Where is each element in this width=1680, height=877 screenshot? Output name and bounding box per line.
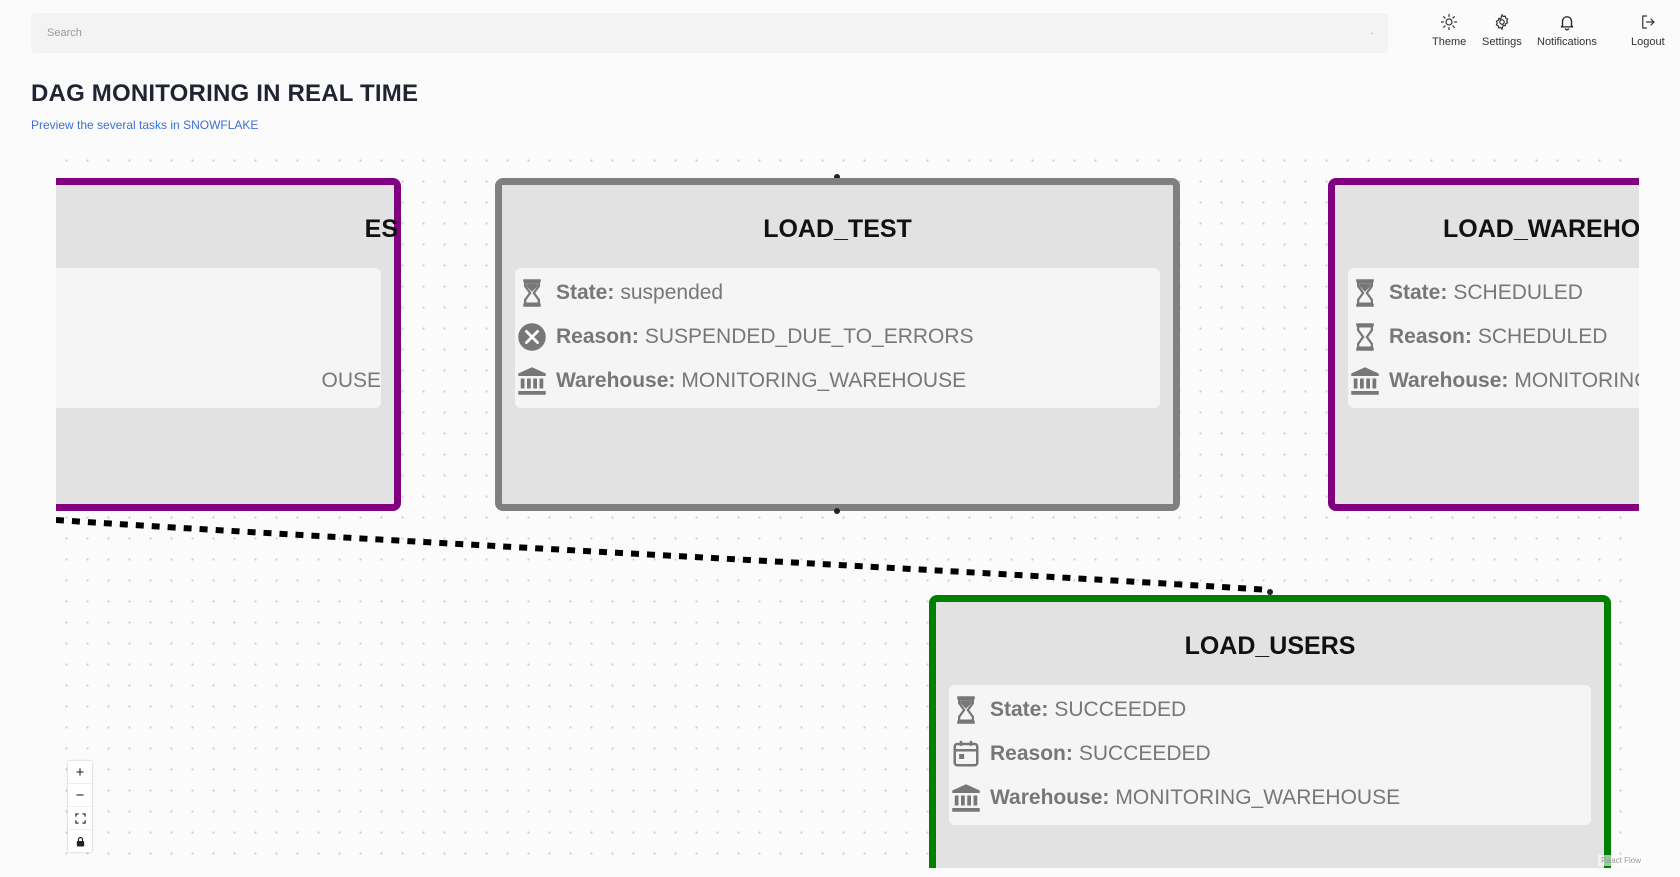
gear-icon [1495,13,1509,31]
warehouse-value: MONITORING_ [1514,369,1639,392]
node-title: LOAD_TEST [763,215,912,243]
state-label: State: [990,698,1049,721]
reason-label: Reason: [556,325,639,348]
plus-icon: + [75,763,85,781]
state-label: State: [1389,281,1448,304]
reason-row: Reason: SUCCEEDED [949,732,1591,776]
warehouse-label: Warehouse: [990,786,1110,809]
reason-row: Reason: SCHEDULED [1348,315,1639,359]
react-flow-attribution[interactable]: React Flow [1598,855,1645,866]
reason-value: SUSPENDED_DUE_TO_ERRORS [644,325,974,348]
node-title: LOAD_USERS [1184,632,1356,660]
page-subtitle: Preview the several tasks in SNOWFLAKE [31,118,259,132]
warehouse-value: MONITORING_WAREHOUSE [1115,786,1401,809]
page-title: DAG MONITORING IN REAL TIME [31,80,419,107]
state-value: suspended [620,281,724,304]
minus-icon: − [75,786,85,804]
reason-value: SCHEDULED [1477,325,1608,348]
warehouse-value: OUSE [321,369,381,392]
bank-icon [518,367,546,395]
hourglass-icon [957,696,975,724]
hourglass-outline-icon [1356,323,1374,351]
state-label: State: [556,281,615,304]
settings-button[interactable]: Settings [1482,13,1522,48]
fit-view-icon [74,812,86,824]
bank-icon [952,784,980,812]
bank-icon [1351,367,1379,395]
node-title: ES [364,215,398,243]
search-bar[interactable]: · [31,13,1388,53]
sun-icon [1441,13,1458,31]
logout-icon [1641,15,1655,29]
state-value: SUCCEEDED [1054,698,1187,721]
node-load-users[interactable]: LOAD_USERS State: SUCCEEDED Reason: SUCC… [929,595,1611,868]
node-load-warehou[interactable]: LOAD_WAREHOU State: SCHEDULED Reason: SC… [1328,178,1639,511]
warehouse-row: OUSE [56,359,381,403]
state-row [56,271,381,315]
warehouse-row: Warehouse: MONITORING_ [1348,359,1639,403]
lock-button[interactable] [68,830,92,852]
state-row: State: SCHEDULED [1348,271,1639,315]
reason-row [56,315,381,359]
logout-button[interactable]: Logout [1631,13,1665,48]
flow-controls: + − [68,761,92,852]
fit-view-button[interactable] [68,807,92,830]
node-handle-bottom[interactable] [834,508,840,514]
node-load-test[interactable]: LOAD_TEST State: suspended Reason: SUSPE [495,178,1180,511]
state-row: State: SUCCEEDED [949,688,1591,732]
notifications-label: Notifications [1537,36,1597,48]
notifications-button[interactable]: Notifications [1537,13,1597,48]
theme-label: Theme [1432,36,1467,48]
hourglass-icon [1356,279,1374,307]
node-info-panel: State: suspended Reason: SUSPENDED_DUE_T… [515,268,1160,408]
reason-row: Reason: SUSPENDED_DUE_TO_ERRORS [515,315,1160,359]
state-value: SCHEDULED [1453,281,1583,304]
calendar-icon [953,740,979,767]
search-icon: · [1370,27,1374,39]
theme-button[interactable]: Theme [1432,13,1466,48]
flow-canvas[interactable]: ES OUSE LOAD_TEST State: suspended Reaso… [56,150,1639,868]
lock-icon [76,836,84,847]
settings-label: Settings [1482,36,1522,48]
warehouse-row: Warehouse: MONITORING_WAREHOUSE [515,359,1160,403]
warehouse-value: MONITORING_WAREHOUSE [681,369,967,392]
warehouse-row: Warehouse: MONITORING_WAREHOUSE [949,776,1591,820]
edge-load-warehouses-to-load-users[interactable] [56,517,1271,593]
x-circle-icon [518,323,546,351]
reason-label: Reason: [1389,325,1472,348]
warehouse-label: Warehouse: [556,369,676,392]
zoom-out-button[interactable]: − [68,784,92,807]
hourglass-icon [523,279,541,307]
bell-icon [1560,16,1574,31]
node-info-panel: OUSE [56,268,381,408]
warehouse-label: Warehouse: [1389,369,1509,392]
node-title: LOAD_WAREHOU [1443,215,1639,243]
search-input[interactable] [45,26,1371,40]
state-row: State: suspended [515,271,1160,315]
node-info-panel: State: SUCCEEDED Reason: SUCCEEDED Wareh… [949,685,1591,825]
reason-value: SUCCEEDED [1078,742,1211,765]
node-info-panel: State: SCHEDULED Reason: SCHEDULED Wareh… [1348,268,1639,408]
node-load-warehouses[interactable]: ES OUSE [56,178,401,511]
zoom-in-button[interactable]: + [68,761,92,784]
reason-label: Reason: [990,742,1073,765]
logout-label: Logout [1631,36,1665,48]
